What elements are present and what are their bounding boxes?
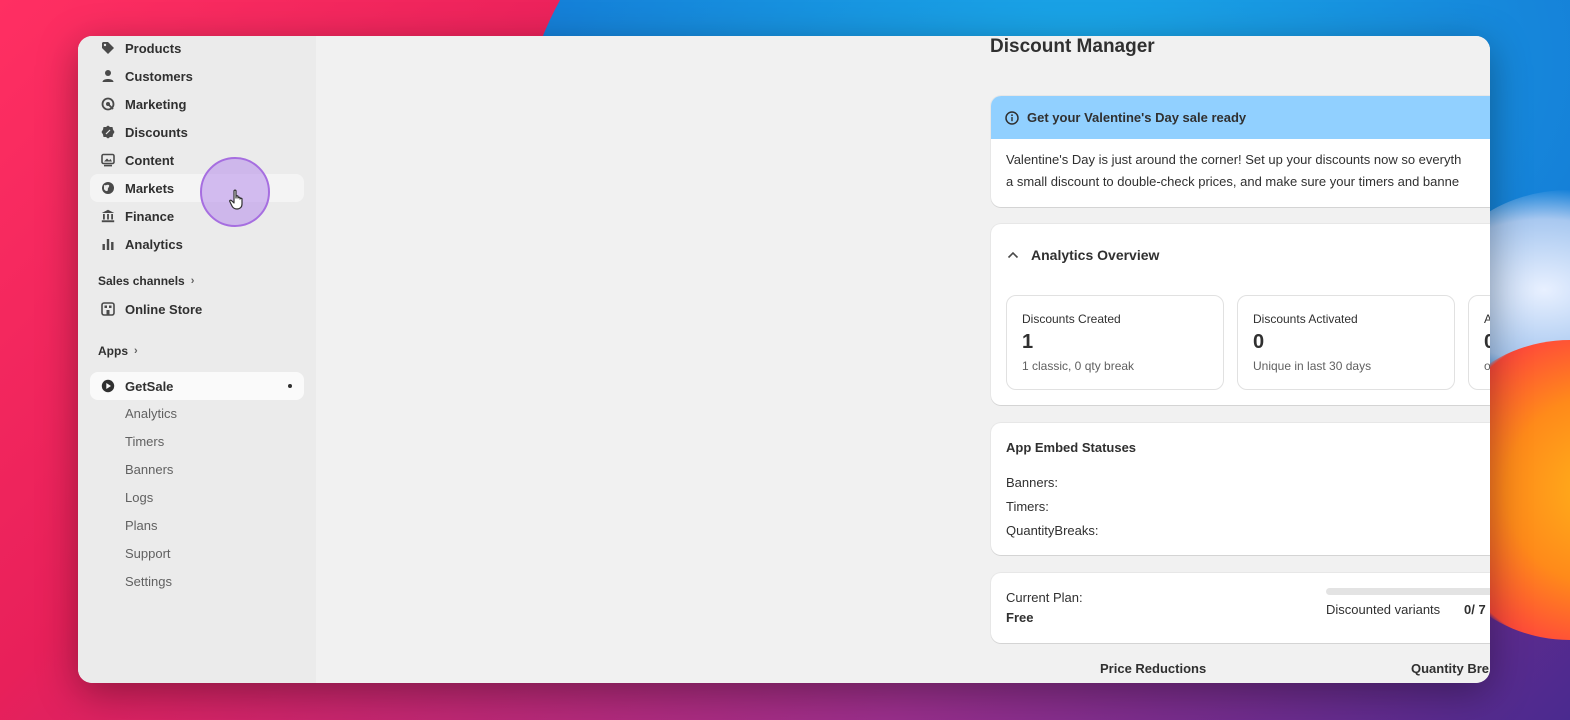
sidebar-item-marketing[interactable]: Marketing: [90, 90, 304, 118]
sidebar-item-content[interactable]: Content: [90, 146, 304, 174]
sidebar-item-analytics[interactable]: Analytics: [90, 230, 304, 258]
sidebar-item-products[interactable]: Products: [90, 36, 304, 62]
stat-value: 0: [1253, 331, 1265, 353]
apps-label: Apps: [98, 344, 128, 358]
sidebar-item-label: Products: [125, 40, 182, 56]
app-sub-item-settings[interactable]: Settings: [125, 574, 172, 589]
browser-window: Products Customers Marketing Discounts C: [78, 36, 1490, 683]
stat-subtext: Unique in last 30 days: [1253, 359, 1372, 373]
app-sub-item-support[interactable]: Support: [125, 546, 171, 561]
banner-text-line: a small discount to double-check prices,…: [1006, 174, 1460, 189]
embed-status-timers: Timers:: [1006, 499, 1049, 514]
tab-quantity-breaks[interactable]: Quantity Bre: [1411, 661, 1489, 676]
sidebar-item-discounts[interactable]: Discounts: [90, 118, 304, 146]
current-plan-label: Current Plan:: [1006, 590, 1083, 605]
chevron-right-icon: ›: [190, 275, 195, 287]
person-icon: [100, 68, 116, 84]
sidebar-item-label: Online Store: [125, 301, 203, 317]
sales-channels-header[interactable]: Sales channels ›: [98, 274, 194, 288]
globe-icon: [100, 180, 116, 196]
page-title: Discount Manager: [990, 36, 1155, 57]
chevron-up-icon: [1007, 251, 1019, 259]
embed-status-banners: Banners:: [1006, 475, 1059, 490]
sidebar-item-label: Discounts: [125, 124, 188, 140]
stat-label: A: [1484, 312, 1490, 326]
valentine-banner: Get your Valentine's Day sale ready Vale…: [991, 96, 1490, 207]
app-sub-item-banners[interactable]: Banners: [125, 462, 173, 477]
bank-icon: [100, 208, 116, 224]
variants-progress-bar: [1326, 588, 1490, 595]
embed-status-quantity-breaks: QuantityBreaks:: [1006, 523, 1099, 538]
chevron-right-icon: ›: [134, 345, 138, 357]
stat-label: Discounts Activated: [1253, 312, 1358, 326]
stat-third-card: A 0 o: [1468, 295, 1490, 390]
stat-value: 0: [1484, 331, 1490, 353]
app-sub-item-logs[interactable]: Logs: [125, 490, 153, 505]
stat-discounts-activated: Discounts Activated 0 Unique in last 30 …: [1237, 295, 1455, 390]
sidebar-item-label: Finance: [125, 208, 175, 224]
discounted-variants-label: Discounted variants: [1326, 602, 1441, 617]
sidebar-item-label: Marketing: [125, 96, 187, 112]
stat-subtext: o: [1484, 359, 1490, 373]
store-icon: [100, 301, 116, 317]
stat-discounts-created: Discounts Created 1 1 classic, 0 qty bre…: [1006, 295, 1224, 390]
banner-header: Get your Valentine's Day sale ready: [991, 96, 1490, 139]
banner-body: Valentine's Day is just around the corne…: [991, 139, 1490, 203]
stat-label: Discounts Created: [1022, 312, 1121, 326]
banner-text-line: Valentine's Day is just around the corne…: [1006, 152, 1462, 167]
pin-dot-icon: [288, 384, 292, 388]
sidebar: Products Customers Marketing Discounts C: [78, 36, 316, 683]
sidebar-item-label: Customers: [125, 68, 193, 84]
analytics-overview-card: Analytics Overview Discounts Created 1 1…: [991, 224, 1490, 405]
tag-icon: [100, 40, 116, 56]
main-content: Discount Manager Get your Valentine's Da…: [316, 36, 1490, 683]
discounted-variants-value: 0/ 7: [1464, 602, 1486, 617]
pointer-hand-icon: [228, 189, 246, 216]
app-sub-item-plans[interactable]: Plans: [125, 518, 158, 533]
sidebar-item-label: Markets: [125, 180, 175, 196]
current-plan-value: Free: [1006, 610, 1034, 625]
sidebar-item-finance[interactable]: Finance: [90, 202, 304, 230]
target-icon: [100, 96, 116, 112]
discount-badge-icon: [100, 124, 116, 140]
stat-subtext: 1 classic, 0 qty break: [1022, 359, 1135, 373]
sales-channels-label: Sales channels: [98, 274, 185, 288]
sidebar-item-online-store[interactable]: Online Store: [90, 295, 304, 323]
app-sub-item-analytics[interactable]: Analytics: [125, 406, 177, 421]
bar-chart-icon: [100, 236, 116, 252]
tab-price-reductions[interactable]: Price Reductions: [1100, 661, 1206, 676]
apps-header[interactable]: Apps ›: [98, 344, 138, 358]
sidebar-item-label: GetSale: [125, 378, 174, 394]
app-sub-item-timers[interactable]: Timers: [125, 434, 164, 449]
sidebar-item-label: Content: [125, 152, 175, 168]
app-embed-statuses-card: App Embed Statuses Banners: Timers: Quan…: [991, 423, 1490, 555]
app-embed-title: App Embed Statuses: [1006, 440, 1137, 455]
analytics-overview-title: Analytics Overview: [1031, 247, 1160, 263]
analytics-overview-toggle[interactable]: Analytics Overview: [1007, 247, 1159, 263]
info-icon: [1005, 110, 1019, 125]
current-plan-card: Current Plan: Free Discounted variants 0…: [991, 573, 1490, 643]
stat-value: 1: [1022, 331, 1034, 353]
sidebar-item-getsale[interactable]: GetSale: [90, 372, 304, 400]
sidebar-item-label: Analytics: [125, 236, 183, 252]
play-circle-icon: [100, 378, 116, 394]
banner-title: Get your Valentine's Day sale ready: [1027, 110, 1247, 125]
image-icon: [100, 152, 116, 168]
sidebar-item-markets[interactable]: Markets: [90, 174, 304, 202]
sidebar-item-customers[interactable]: Customers: [90, 62, 304, 90]
